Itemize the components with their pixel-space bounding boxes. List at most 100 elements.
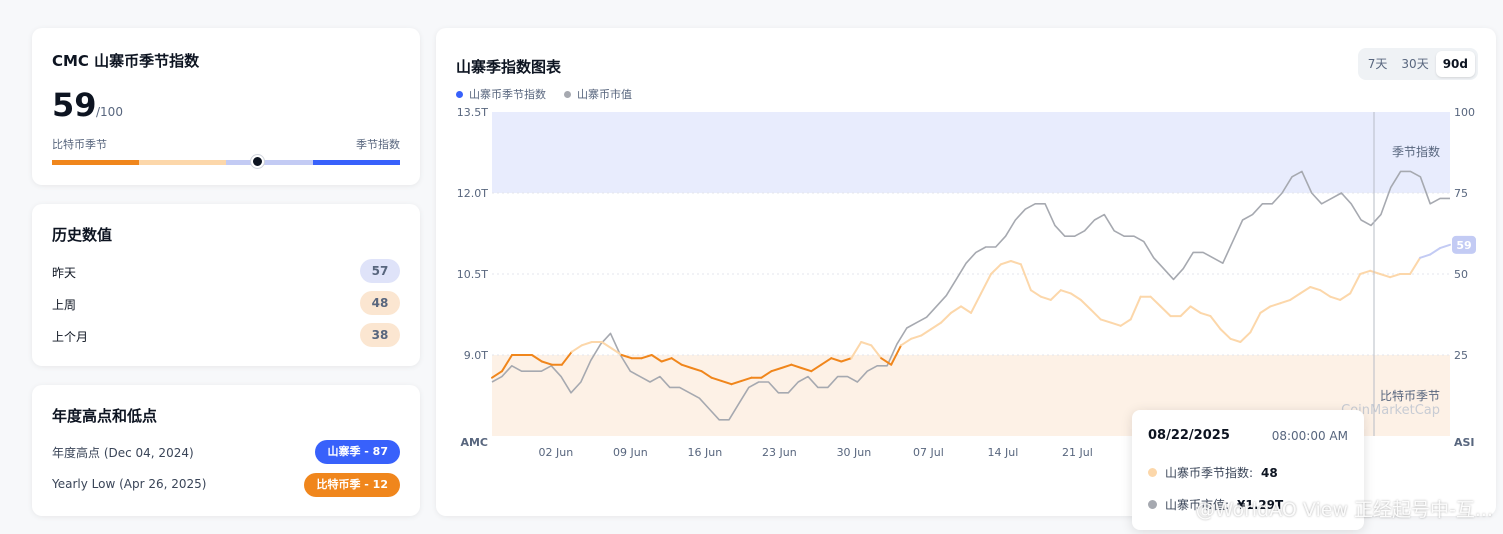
- time-range-selector: 7天 30天 90d: [1357, 48, 1478, 80]
- historical-values-card: 历史数值 昨天 57 上周 48 上个月 38: [32, 204, 420, 366]
- yearly-high-low-card: 年度高点和低点 年度高点 (Dec 04, 2024) 山寨季 - 87 Yea…: [32, 385, 420, 516]
- range-button-90d[interactable]: 90d: [1435, 51, 1475, 77]
- series-segment-index: [990, 263, 1002, 275]
- series-segment-index: [1119, 318, 1132, 327]
- left-axis-tick-label: 13.5T: [457, 106, 488, 119]
- legend-label-index: 山寨币季节指数: [469, 88, 546, 101]
- yearly-high-badge: 山寨季 - 87: [315, 440, 400, 464]
- series-segment-index: [1369, 269, 1382, 275]
- series-segment-index: [1319, 289, 1332, 298]
- history-card-title: 历史数值: [52, 226, 113, 244]
- altcoin-season-label: 季节指数: [356, 138, 400, 151]
- series-segment-index: [1159, 305, 1172, 318]
- series-segment-index: [1409, 256, 1422, 275]
- right-axis-tick-label: 100: [1454, 106, 1475, 119]
- series-segment-index: [600, 341, 613, 350]
- series-segment-index: [1289, 292, 1302, 301]
- series-segment-index: [610, 347, 623, 356]
- x-axis-tick-label: 30 Jun: [837, 446, 872, 459]
- series-segment-index: [970, 292, 982, 314]
- series-segment-index: [930, 321, 943, 331]
- tooltip-index-value: 48: [1261, 465, 1278, 480]
- tooltip-date: 08/22/2025: [1148, 428, 1230, 443]
- x-axis-tick-label: 16 Jun: [688, 446, 723, 459]
- series-segment-index: [1279, 298, 1292, 305]
- left-axis-title: AMC: [460, 436, 488, 449]
- legend-label-market-cap: 山寨币市值: [577, 88, 632, 101]
- series-segment-index: [1419, 253, 1431, 259]
- gauge-segment-alt-light: [226, 160, 313, 165]
- gauge-indicator-knob: [250, 155, 264, 168]
- series-segment-index: [1189, 305, 1202, 314]
- legend-item-market-cap[interactable]: 山寨币市值: [564, 86, 632, 102]
- legend-item-index[interactable]: 山寨币季节指数: [456, 86, 546, 102]
- series-segment-index: [1059, 289, 1072, 295]
- left-axis-tick-label: 9.0T: [464, 349, 488, 362]
- x-axis-tick-label: 23 Jun: [762, 446, 797, 459]
- tooltip-index-label: 山寨币季节指数:: [1165, 466, 1254, 480]
- x-axis-tick-label: 02 Jun: [539, 446, 574, 459]
- series-segment-index: [940, 311, 952, 324]
- bitcoin-season-label: 比特币季节: [52, 138, 107, 151]
- gauge-segment-alt: [313, 160, 400, 165]
- right-axis-tick-label: 25: [1454, 349, 1468, 362]
- x-axis-tick-label: 07 Jul: [913, 446, 944, 459]
- alt-season-zone-label: 季节指数: [1392, 144, 1440, 159]
- x-axis-tick-label: 14 Jul: [988, 446, 1019, 459]
- right-axis-tick-label: 50: [1454, 268, 1468, 281]
- series-segment-index: [1199, 311, 1212, 318]
- index-score-max: /100: [96, 105, 123, 119]
- year-card-title: 年度高点和低点: [52, 407, 158, 425]
- history-row-value-pill: 38: [360, 323, 400, 347]
- series-segment-index: [1439, 243, 1451, 250]
- x-axis-tick-label: 09 Jun: [613, 446, 648, 459]
- history-row-last-week: 上周 48: [52, 291, 400, 315]
- series-segment-index: [1259, 305, 1272, 314]
- tooltip-cap-dot: [1148, 500, 1157, 509]
- gauge-segment-bitcoin: [52, 160, 139, 165]
- series-segment-index: [1229, 337, 1242, 343]
- chart-legend: 山寨币季节指数 山寨币市值: [456, 86, 632, 102]
- history-row-label: 上个月: [52, 330, 89, 344]
- left-axis-tick-label: 10.5T: [457, 268, 488, 281]
- series-segment-index: [960, 305, 972, 314]
- series-segment-index: [1099, 318, 1112, 324]
- series-segment-index: [1339, 292, 1352, 301]
- history-row-value-pill: 57: [360, 259, 400, 283]
- yearly-low-badge: 比特币季 - 12: [304, 473, 400, 497]
- series-segment-index: [1389, 273, 1402, 279]
- current-value-label: 59: [1456, 239, 1471, 252]
- yearly-low-label: Yearly Low (Apr 26, 2025): [52, 477, 207, 491]
- series-segment-index: [1219, 328, 1232, 340]
- series-segment-index: [1429, 247, 1441, 256]
- series-segment-index: [1009, 260, 1022, 266]
- series-segment-index: [1039, 295, 1052, 301]
- series-segment-index: [1309, 286, 1322, 292]
- series-segment-index: [1019, 263, 1032, 292]
- season-gauge-bar: [52, 160, 400, 165]
- history-row-label: 昨天: [52, 266, 77, 280]
- series-segment-index: [1349, 273, 1362, 295]
- tooltip-index-dot: [1148, 468, 1157, 477]
- yearly-high-label: 年度高点 (Dec 04, 2024): [52, 446, 194, 460]
- right-axis-title: ASI: [1454, 436, 1475, 449]
- series-segment-index: [1299, 286, 1312, 295]
- series-segment-index: [999, 260, 1012, 266]
- series-segment-index: [900, 337, 913, 347]
- overlay-watermark: @WorldAO View 正经起号中-互...: [1195, 499, 1493, 521]
- range-button-30d[interactable]: 30天: [1394, 51, 1435, 77]
- series-segment-index: [1269, 302, 1282, 308]
- series-segment-index: [1109, 321, 1122, 327]
- gauge-segment-bitcoin-light: [139, 160, 226, 165]
- series-segment-index: [1049, 289, 1062, 301]
- series-segment-index: [1329, 295, 1342, 301]
- bitcoin-season-zone-label: 比特币季节: [1380, 388, 1440, 403]
- legend-dot-market-cap: [564, 90, 571, 98]
- tooltip-index-row: 山寨币季节指数: 48: [1148, 464, 1278, 481]
- range-button-7d[interactable]: 7天: [1361, 51, 1395, 77]
- history-row-last-month: 上个月 38: [52, 323, 400, 347]
- legend-dot-index: [456, 90, 463, 98]
- altcoin-season-chart-card: 9.0T 10.5T 12.0T 13.5T AMC 25 50 75 100 ASI 02 Jun…: [436, 28, 1496, 530]
- series-segment-index: [1129, 295, 1142, 321]
- series-segment-index: [1079, 298, 1092, 311]
